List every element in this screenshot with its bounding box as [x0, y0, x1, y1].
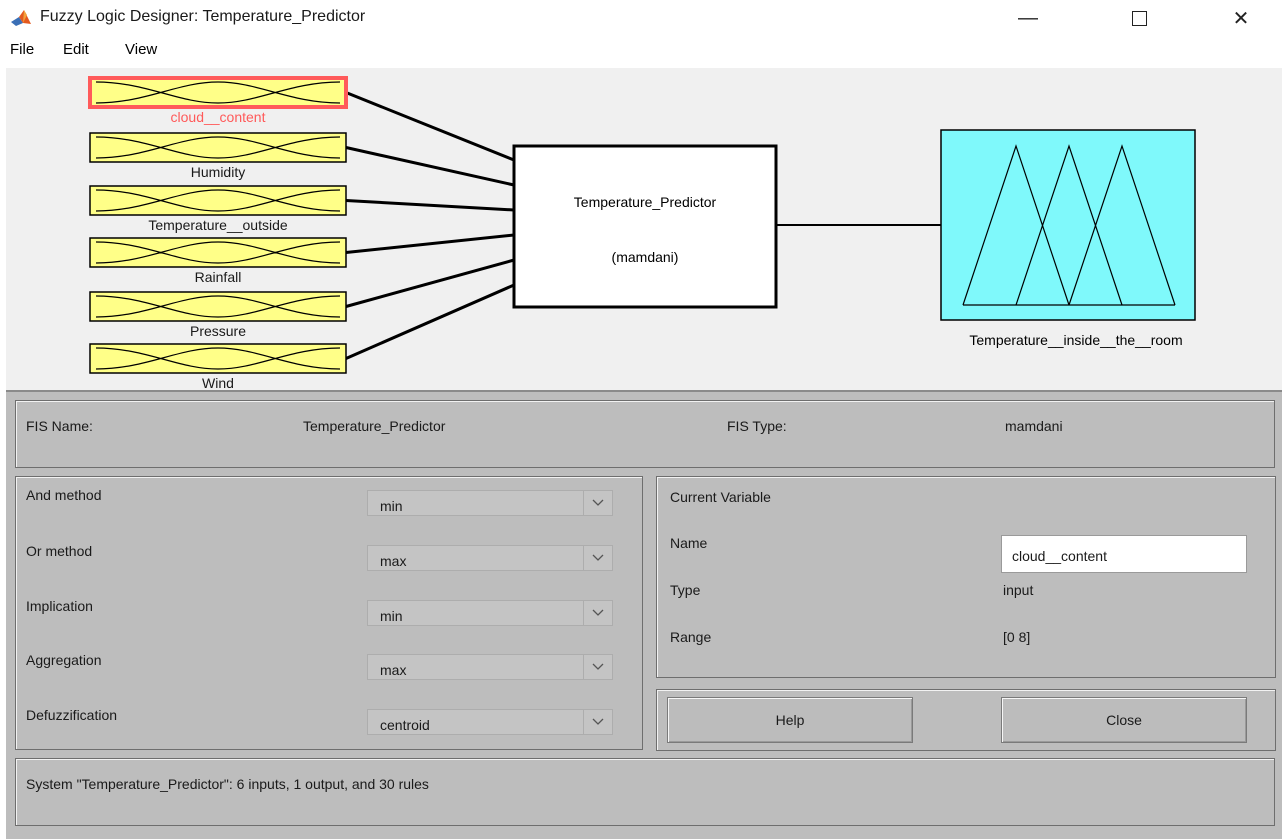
variable-name-value: cloud__content — [1012, 548, 1107, 564]
chevron-down-icon — [583, 491, 612, 515]
close-button[interactable]: Close — [1001, 697, 1247, 743]
connection-line — [345, 199, 515, 212]
and-method-label: And method — [26, 487, 102, 503]
fis-system-box — [512, 144, 778, 309]
fis-name-label: FIS Name: — [26, 418, 93, 434]
minimize-button[interactable]: — — [1005, 0, 1051, 36]
window-title: Fuzzy Logic Designer: Temperature_Predic… — [40, 8, 366, 25]
variable-name-label: Name — [670, 535, 708, 551]
and-method-select[interactable]: min — [367, 490, 613, 516]
aggregation-label: Aggregation — [26, 652, 102, 668]
input-variable-2[interactable] — [89, 132, 347, 163]
aggregation-select[interactable]: max — [367, 654, 613, 680]
connection-line — [345, 258, 515, 308]
buttons-box: Help Close — [656, 689, 1276, 751]
variable-name-input[interactable]: cloud__content — [1001, 535, 1247, 573]
menu-file[interactable]: File — [10, 41, 34, 58]
minimize-icon: — — [1018, 6, 1038, 29]
variable-type-value: input — [1003, 582, 1034, 598]
matlab-icon — [11, 10, 31, 26]
chevron-down-icon — [583, 710, 612, 734]
connection-line — [345, 91, 515, 162]
input-variable-1[interactable] — [88, 76, 348, 109]
implication-label: Implication — [26, 598, 93, 614]
input-variable-label: Humidity — [190, 164, 246, 180]
output-variable-label: Temperature__inside__the__room — [969, 332, 1183, 348]
input-variable-label: Pressure — [189, 323, 247, 339]
title-bar: Fuzzy Logic Designer: Temperature_Predic… — [0, 0, 1282, 36]
menu-view[interactable]: View — [125, 41, 157, 58]
current-variable-title: Current Variable — [670, 489, 771, 505]
aggregation-value: max — [380, 662, 407, 678]
connection-line — [345, 146, 515, 187]
input-variable-label: Wind — [202, 375, 234, 390]
input-variable-label: Rainfall — [194, 269, 242, 285]
chevron-down-icon — [583, 601, 612, 625]
properties-panel: FIS Name: Temperature_Predictor FIS Type… — [6, 390, 1282, 839]
maximize-button[interactable] — [1116, 0, 1162, 36]
close-window-button[interactable]: ✕ — [1218, 0, 1264, 36]
input-variable-label: cloud__content — [170, 109, 266, 125]
fis-info-box: FIS Name: Temperature_Predictor FIS Type… — [15, 400, 1275, 468]
input-variable-3[interactable] — [89, 185, 347, 216]
fis-diagram: cloud__content Humidity Temperature__outsi… — [6, 68, 1282, 390]
connection-line — [345, 283, 515, 360]
help-button[interactable]: Help — [667, 697, 913, 743]
fis-name-value: Temperature_Predictor — [303, 418, 446, 434]
menu-edit[interactable]: Edit — [63, 41, 89, 58]
close-icon: ✕ — [1232, 7, 1250, 30]
or-method-value: max — [380, 553, 407, 569]
input-variable-label: Temperature__outside — [148, 217, 288, 233]
fis-type-label: FIS Type: — [727, 418, 787, 434]
fis-type-value: mamdani — [1005, 418, 1063, 434]
implication-value: min — [380, 608, 403, 624]
defuzzification-label: Defuzzification — [26, 707, 118, 723]
variable-range-value: [0 8] — [1003, 629, 1031, 645]
methods-box: And method min Or method max Implication… — [15, 476, 643, 750]
current-variable-box: Current Variable Name cloud__content Typ… — [656, 476, 1276, 678]
or-method-label: Or method — [26, 543, 93, 559]
connection-line — [345, 233, 515, 254]
variable-range-label: Range — [670, 629, 712, 645]
chevron-down-icon — [583, 655, 612, 679]
input-variable-6[interactable] — [89, 343, 347, 374]
variable-type-label: Type — [670, 582, 701, 598]
defuzzification-select[interactable]: centroid — [367, 709, 613, 735]
or-method-select[interactable]: max — [367, 545, 613, 571]
maximize-icon — [1131, 10, 1147, 26]
chevron-down-icon — [583, 546, 612, 570]
status-text: System "Temperature_Predictor": 6 inputs… — [26, 776, 429, 792]
output-variable-box — [940, 129, 1196, 321]
status-box: System "Temperature_Predictor": 6 inputs… — [15, 758, 1275, 826]
system-type-label: (mamdani) — [611, 249, 679, 265]
system-name-label: Temperature_Predictor — [573, 194, 717, 210]
defuzzification-value: centroid — [380, 717, 430, 733]
input-variable-5[interactable] — [89, 291, 347, 322]
implication-select[interactable]: min — [367, 600, 613, 626]
menu-bar: File Edit View — [0, 38, 1282, 62]
and-method-value: min — [380, 498, 403, 514]
input-variable-4[interactable] — [89, 237, 347, 268]
